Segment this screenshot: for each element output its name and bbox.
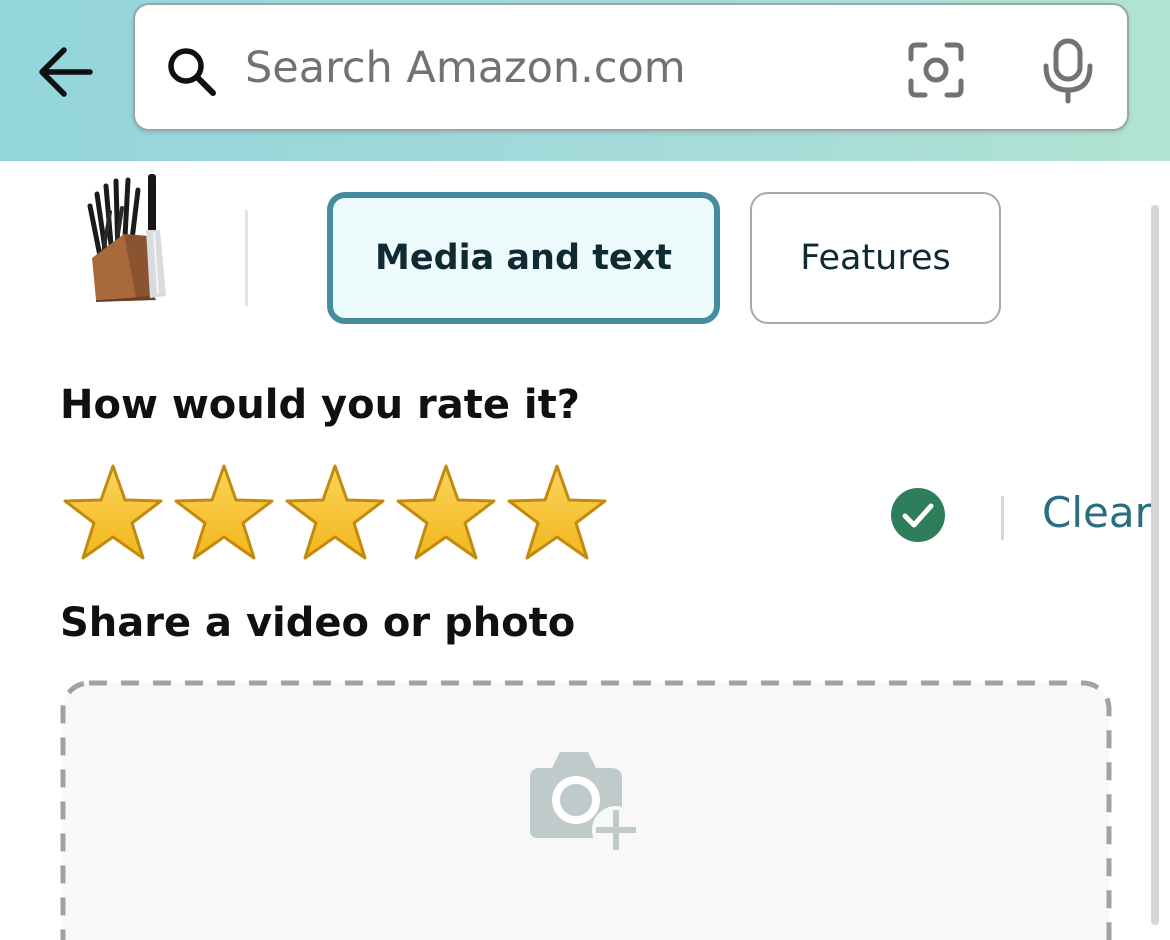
clear-rating-link[interactable]: Clear (1042, 488, 1152, 537)
check-circle-icon (891, 488, 945, 542)
rating-heading: How would you rate it? (60, 382, 580, 428)
scrollbar-thumb[interactable] (1151, 205, 1159, 925)
tab-media-and-text[interactable]: Media and text (327, 192, 720, 324)
clear-divider (1001, 496, 1004, 540)
back-button[interactable] (34, 42, 98, 102)
product-thumbnail[interactable] (84, 172, 172, 302)
star-2-icon[interactable] (171, 462, 277, 562)
tab-features[interactable]: Features (750, 192, 1001, 324)
search-input[interactable] (245, 33, 865, 103)
camera-plus-icon (530, 752, 640, 854)
star-1-icon[interactable] (60, 462, 166, 562)
microphone-icon[interactable] (1041, 38, 1095, 104)
thumbnail-divider (245, 210, 248, 306)
search-icon (168, 48, 216, 96)
share-media-heading: Share a video or photo (60, 600, 576, 646)
arrow-left-icon (39, 47, 93, 97)
star-3-icon[interactable] (282, 462, 388, 562)
camera-search-icon[interactable] (907, 41, 965, 99)
search-bar[interactable] (133, 3, 1129, 131)
star-4-icon[interactable] (393, 462, 499, 562)
star-5-icon[interactable] (504, 462, 610, 562)
